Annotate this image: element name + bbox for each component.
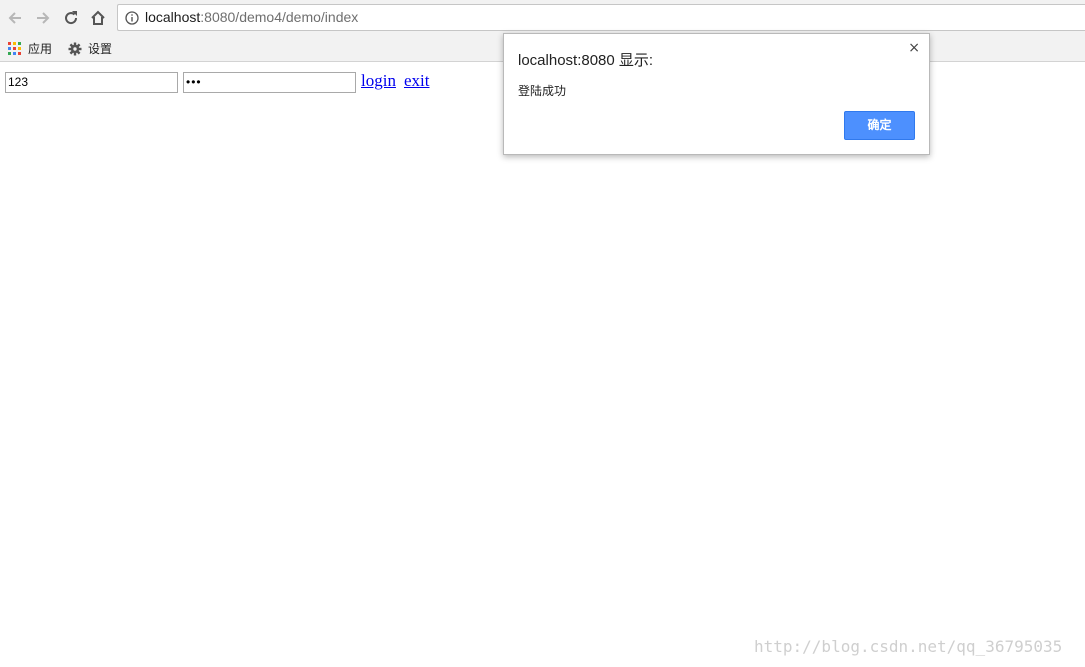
- info-icon[interactable]: [125, 11, 139, 25]
- home-icon: [91, 10, 105, 25]
- forward-arrow-icon: [37, 12, 50, 24]
- url-path: :8080/demo4/demo/index: [200, 9, 359, 25]
- back-button[interactable]: [4, 7, 26, 29]
- password-input[interactable]: •••: [183, 72, 356, 93]
- alert-dialog: localhost:8080 显示: × 登陆成功 确定: [503, 33, 930, 155]
- bookmark-label: 应用: [28, 42, 53, 56]
- exit-link[interactable]: exit: [404, 71, 430, 91]
- gear-icon: [68, 42, 82, 55]
- bookmark-settings[interactable]: 设置: [68, 40, 112, 57]
- apps-grid-icon: [8, 41, 21, 55]
- browser-toolbar: localhost:8080/demo4/demo/index: [0, 0, 1085, 36]
- url-host: localhost: [145, 9, 201, 25]
- close-icon[interactable]: ×: [908, 40, 920, 56]
- bookmark-apps[interactable]: 应用: [8, 40, 52, 57]
- bookmark-label: 设置: [88, 42, 113, 56]
- back-arrow-icon: [8, 12, 21, 24]
- dialog-message: 登陆成功: [518, 84, 567, 98]
- home-button[interactable]: [87, 7, 109, 29]
- dialog-title: localhost:8080 显示:: [518, 52, 654, 69]
- forward-button[interactable]: [32, 7, 54, 29]
- address-bar[interactable]: localhost:8080/demo4/demo/index: [117, 4, 1085, 31]
- reload-icon: [65, 11, 78, 25]
- reload-button[interactable]: [60, 7, 82, 29]
- username-input[interactable]: 123: [5, 72, 178, 93]
- ok-button[interactable]: 确定: [844, 111, 915, 140]
- login-link[interactable]: login: [361, 71, 396, 91]
- watermark: http://blog.csdn.net/qq_36795035: [754, 637, 1063, 656]
- url-text[interactable]: localhost:8080/demo4/demo/index: [145, 9, 358, 25]
